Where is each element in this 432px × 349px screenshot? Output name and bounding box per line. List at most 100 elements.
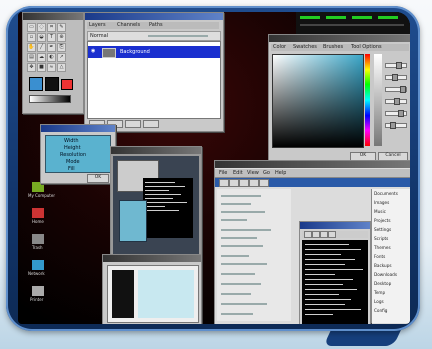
menu-edit[interactable]: Edit bbox=[233, 170, 243, 176]
list-item[interactable]: Downloads bbox=[374, 272, 397, 277]
inner-tool-icon[interactable] bbox=[328, 231, 336, 238]
list-item[interactable]: Config bbox=[374, 308, 387, 313]
marquee-icon[interactable]: ▭ bbox=[27, 23, 36, 32]
back-icon[interactable] bbox=[219, 179, 229, 187]
list-item[interactable]: Temp bbox=[374, 290, 385, 295]
toolbox-titlebar[interactable] bbox=[23, 13, 83, 20]
gradient-swatch[interactable] bbox=[29, 95, 71, 103]
desktop-icon-label: Home bbox=[32, 219, 44, 224]
foreground-color-swatch[interactable] bbox=[29, 77, 43, 91]
background-color-swatch[interactable] bbox=[45, 77, 59, 91]
file-manager-titlebar[interactable] bbox=[215, 161, 410, 168]
opacity-slider[interactable] bbox=[148, 35, 208, 37]
hue-slider[interactable] bbox=[385, 98, 407, 105]
menu-go[interactable]: Go bbox=[263, 170, 270, 176]
green-slider[interactable] bbox=[385, 74, 407, 81]
tab-layers[interactable]: Layers bbox=[89, 22, 106, 28]
clone-icon[interactable]: ⎘ bbox=[57, 43, 66, 52]
list-item[interactable]: Settings bbox=[374, 227, 391, 232]
inner-tool-icon[interactable] bbox=[320, 231, 328, 238]
list-item[interactable]: Fonts bbox=[374, 254, 385, 259]
list-item[interactable]: Logs bbox=[374, 299, 384, 304]
layer-row-selected[interactable]: ◉ Background bbox=[88, 46, 220, 58]
blur-icon[interactable]: ≈ bbox=[47, 63, 56, 72]
tab-brushes[interactable]: Brushes bbox=[323, 44, 343, 50]
home-icon[interactable] bbox=[32, 208, 44, 218]
bucket-icon[interactable]: ◒ bbox=[37, 33, 46, 42]
inner-tool-icon[interactable] bbox=[312, 231, 320, 238]
reload-icon[interactable] bbox=[249, 179, 259, 187]
up-icon[interactable] bbox=[239, 179, 249, 187]
anchor-layer-button[interactable] bbox=[143, 120, 159, 128]
list-item[interactable]: Desktop bbox=[374, 281, 391, 286]
left-panel bbox=[217, 189, 291, 321]
eye-icon[interactable]: ◉ bbox=[91, 48, 95, 54]
menu-view[interactable]: View bbox=[247, 170, 259, 176]
red-slider[interactable] bbox=[385, 62, 407, 69]
toolbox-window: ▭ ◌ ⌗ ✎ ▫ ◒ T ⊕ ✋ ╱ ✒ ⎘ ▤ ☁ ◐ ↗ ✥ ■ ≈ △ bbox=[22, 12, 84, 114]
status-bar-top bbox=[296, 12, 410, 34]
tab-channels[interactable]: Channels bbox=[117, 22, 140, 28]
pen-icon[interactable]: ✒ bbox=[47, 43, 56, 52]
inner-tool-icon[interactable] bbox=[304, 231, 312, 238]
nested-terminal bbox=[143, 178, 193, 238]
delete-layer-button[interactable] bbox=[125, 120, 141, 128]
nested-window-titlebar[interactable] bbox=[111, 147, 201, 154]
path-icon[interactable]: ↗ bbox=[57, 53, 66, 62]
crop-icon[interactable]: ⌗ bbox=[47, 23, 56, 32]
saturation-value-field[interactable] bbox=[272, 54, 364, 148]
list-item[interactable]: Documents bbox=[374, 191, 398, 196]
tab-tool-options[interactable]: Tool Options bbox=[351, 44, 382, 50]
eraser-icon[interactable]: ▫ bbox=[27, 33, 36, 42]
inner-dialog bbox=[299, 221, 371, 324]
smudge-icon[interactable]: ☁ bbox=[37, 53, 46, 62]
network-icon[interactable] bbox=[32, 260, 44, 270]
menu-file[interactable]: File bbox=[219, 170, 227, 176]
inner-dialog-titlebar[interactable] bbox=[300, 222, 370, 229]
layers-titlebar[interactable] bbox=[85, 13, 223, 20]
value-slider[interactable] bbox=[385, 122, 407, 129]
accent-color-swatch[interactable] bbox=[61, 79, 73, 90]
dialog-ok-button[interactable]: OK bbox=[87, 174, 109, 183]
shape-icon[interactable]: ■ bbox=[37, 63, 46, 72]
alpha-strip[interactable] bbox=[374, 54, 382, 146]
small-dialog-titlebar[interactable] bbox=[41, 125, 115, 132]
color-picker-titlebar[interactable] bbox=[269, 35, 410, 42]
list-item[interactable]: Scripts bbox=[374, 236, 388, 241]
nested-desktop-window bbox=[110, 146, 202, 268]
trash-icon[interactable] bbox=[32, 234, 44, 244]
tab-paths[interactable]: Paths bbox=[149, 22, 163, 28]
gradient-icon[interactable]: ▤ bbox=[27, 53, 36, 62]
sharpen-icon[interactable]: △ bbox=[57, 63, 66, 72]
list-item[interactable]: Themes bbox=[374, 245, 391, 250]
dialog-line: Height bbox=[64, 145, 81, 151]
saturation-slider[interactable] bbox=[385, 110, 407, 117]
move-icon[interactable]: ✥ bbox=[27, 63, 36, 72]
meter-bar bbox=[352, 16, 372, 19]
list-item[interactable]: Music bbox=[374, 209, 386, 214]
hue-strip[interactable] bbox=[365, 54, 370, 146]
forward-icon[interactable] bbox=[229, 179, 239, 187]
blue-slider[interactable] bbox=[385, 86, 407, 93]
tab-swatches[interactable]: Swatches bbox=[293, 44, 317, 50]
lasso-icon[interactable]: ◌ bbox=[37, 23, 46, 32]
list-item[interactable]: Backups bbox=[374, 263, 392, 268]
dialog-info-box: Width Height Resolution Mode Fill bbox=[45, 135, 111, 173]
list-item[interactable]: Projects bbox=[374, 218, 391, 223]
blend-mode-select[interactable]: Normal bbox=[90, 33, 108, 39]
layers-window: Layers Channels Paths Normal ◉ Backgroun… bbox=[84, 12, 224, 132]
nested-desktop-view bbox=[113, 156, 199, 265]
tab-color[interactable]: Color bbox=[273, 44, 286, 50]
zoom-icon[interactable]: ⊕ bbox=[57, 33, 66, 42]
nested-info-panel bbox=[119, 200, 147, 242]
home-nav-icon[interactable] bbox=[259, 179, 269, 187]
preview-titlebar[interactable] bbox=[103, 255, 201, 262]
printer-icon[interactable] bbox=[32, 286, 44, 296]
list-item[interactable]: Images bbox=[374, 200, 389, 205]
brush-icon[interactable]: ✎ bbox=[57, 23, 66, 32]
menu-help[interactable]: Help bbox=[275, 170, 286, 176]
dodge-icon[interactable]: ◐ bbox=[47, 53, 56, 62]
hand-icon[interactable]: ✋ bbox=[27, 43, 36, 52]
text-icon[interactable]: T bbox=[47, 33, 56, 42]
eyedropper-icon[interactable]: ╱ bbox=[37, 43, 46, 52]
